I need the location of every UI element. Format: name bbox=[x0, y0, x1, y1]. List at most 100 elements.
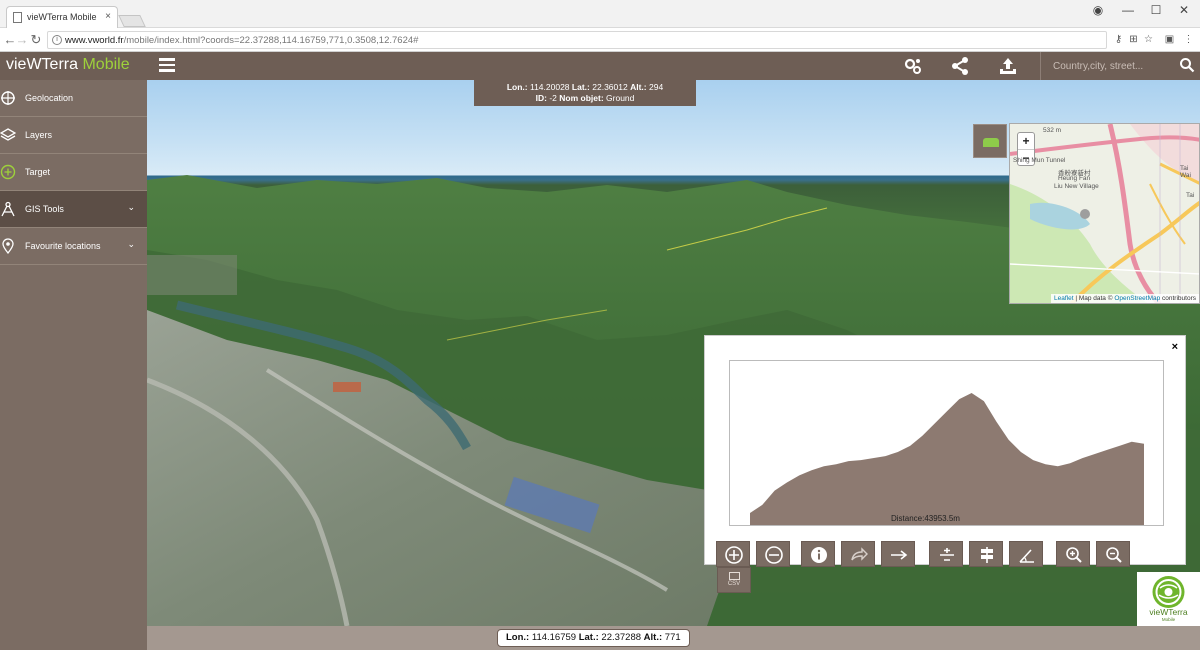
minimap-toggle-button[interactable] bbox=[973, 124, 1007, 158]
leaflet-link[interactable]: Leaflet bbox=[1054, 295, 1074, 302]
lon-label: Lon.: bbox=[506, 82, 528, 92]
osm-link[interactable]: OpenStreetMap bbox=[1114, 295, 1160, 302]
sidebar-item-label: GIS Tools bbox=[25, 204, 64, 214]
settings-icon[interactable] bbox=[903, 56, 923, 76]
logo-accent: Mobile bbox=[82, 56, 130, 73]
sidebar-item-gis-tools[interactable]: GIS Tools ⌄ bbox=[0, 191, 147, 228]
map-road-label: Shing Mun Tunnel bbox=[1013, 157, 1066, 164]
alt-value: 294 bbox=[648, 82, 664, 92]
sidebar-item-layers[interactable]: Layers bbox=[0, 117, 147, 154]
sidebar-item-favourite-locations[interactable]: Favourite locations ⌄ bbox=[0, 228, 147, 265]
elevation-area bbox=[750, 393, 1144, 525]
spreadsheet-icon bbox=[729, 572, 740, 580]
location-pin-icon bbox=[2, 238, 14, 254]
horizontal-measure-button[interactable] bbox=[881, 541, 915, 567]
chevron-down-icon: ⌄ bbox=[127, 202, 135, 212]
magnifier-plus-icon bbox=[1066, 547, 1082, 563]
star-icon[interactable]: ☆ bbox=[1143, 34, 1154, 45]
brand-sub: Mobile bbox=[1161, 617, 1176, 622]
url-host: www.vworld.fr bbox=[65, 35, 124, 46]
sidebar-item-label: Target bbox=[25, 167, 51, 177]
url-field[interactable]: i www.vworld.fr/mobile/index.html?coords… bbox=[47, 31, 1107, 49]
lon-value: 114.20028 bbox=[529, 82, 570, 92]
map-elevation-label: 532 m bbox=[1043, 127, 1062, 134]
share-icon[interactable] bbox=[950, 56, 970, 76]
alt-label: Alt.: bbox=[643, 632, 663, 643]
minimap-zoom-in-button[interactable]: + bbox=[1018, 133, 1034, 149]
magnify-in-button[interactable] bbox=[1056, 541, 1090, 567]
new-tab-button[interactable] bbox=[118, 15, 146, 27]
magnify-out-button[interactable] bbox=[1096, 541, 1130, 567]
camera-coordinates: Lon.: 114.16759 Lat.: 22.37288 Alt.: 771 bbox=[497, 629, 690, 647]
translate-icon[interactable]: ⊞ bbox=[1128, 34, 1139, 45]
info-icon bbox=[811, 547, 827, 563]
minimap[interactable]: + − 532 m Shing Mun Tunnel 香粉寮新村 Heung F… bbox=[1009, 123, 1200, 304]
signpost-button[interactable] bbox=[969, 541, 1003, 567]
browser-tab-bar: vieWTerra Mobile × ◉ — ☐ ✕ bbox=[0, 0, 1200, 28]
sidebar-item-geolocation[interactable]: Geolocation bbox=[0, 80, 147, 117]
sidebar-item-label: Geolocation bbox=[25, 93, 74, 103]
id-label: ID: bbox=[535, 93, 547, 103]
layers-icon bbox=[0, 128, 16, 141]
map-attribution: Leaflet | Map data © OpenStreetMap contr… bbox=[1050, 294, 1199, 303]
reload-button[interactable]: ↻ bbox=[28, 32, 44, 48]
info-button[interactable] bbox=[801, 541, 835, 567]
map-toggle-icon bbox=[983, 138, 999, 147]
angle-button[interactable] bbox=[1009, 541, 1043, 567]
map-place-label: Tai bbox=[1186, 192, 1195, 199]
upload-icon[interactable] bbox=[998, 56, 1018, 76]
key-icon[interactable]: ⚷ bbox=[1113, 34, 1124, 45]
crosshair-icon bbox=[1, 91, 15, 105]
logo-main: vieWTerra bbox=[6, 56, 79, 73]
close-window-button[interactable]: ✕ bbox=[1174, 3, 1194, 17]
elevation-profile-panel: × Distance:43953.5m bbox=[704, 335, 1186, 565]
app-logo[interactable]: vieWTerra Mobile bbox=[6, 56, 130, 74]
minimap-tiles bbox=[1010, 124, 1199, 303]
lat-value: 22.37288 bbox=[601, 632, 642, 643]
search-input[interactable] bbox=[1053, 58, 1178, 74]
height-measure-button[interactable] bbox=[929, 541, 963, 567]
minus-circle-icon bbox=[765, 546, 783, 564]
sidebar-item-label: Layers bbox=[25, 130, 53, 140]
signpost-icon bbox=[981, 547, 993, 563]
account-icon[interactable]: ◉ bbox=[1088, 3, 1108, 17]
compass-icon bbox=[1, 201, 15, 217]
elevation-profile-graph bbox=[750, 393, 1144, 525]
sidebar-item-label: Favourite locations bbox=[25, 241, 101, 251]
app-header: vieWTerra Mobile bbox=[0, 52, 1200, 80]
maximize-button[interactable]: ☐ bbox=[1146, 3, 1166, 17]
tab-close-icon[interactable]: × bbox=[105, 11, 111, 22]
object-name-value: Ground bbox=[606, 93, 635, 103]
plus-minus-icon bbox=[940, 548, 954, 561]
brand-name: vieWTerra bbox=[1149, 607, 1188, 617]
zoom-out-profile-button[interactable] bbox=[756, 541, 790, 567]
map-place-label: Heung Fan bbox=[1058, 175, 1091, 182]
sidebar-item-target[interactable]: Target bbox=[0, 154, 147, 191]
minimize-button[interactable]: — bbox=[1118, 3, 1138, 17]
browser-tab[interactable]: vieWTerra Mobile × bbox=[6, 6, 118, 28]
redo-button[interactable] bbox=[841, 541, 875, 567]
zoom-in-profile-button[interactable] bbox=[716, 541, 750, 567]
lat-value: 22.36012 bbox=[592, 82, 628, 92]
browser-menu-icon[interactable]: ⋮ bbox=[1183, 34, 1194, 45]
csv-label: CSV bbox=[727, 581, 741, 587]
chevron-down-icon: ⌄ bbox=[127, 239, 135, 249]
alt-label: Alt.: bbox=[630, 82, 647, 92]
status-bar: Lon.: 114.16759 Lat.: 22.37288 Alt.: 771 bbox=[147, 626, 1200, 650]
hamburger-menu-icon[interactable] bbox=[159, 58, 175, 72]
search-bar bbox=[1040, 52, 1200, 80]
cast-icon[interactable]: ▣ bbox=[1164, 34, 1175, 45]
profile-toolbar bbox=[716, 541, 1136, 567]
elevation-profile-chart: Distance:43953.5m bbox=[729, 360, 1164, 526]
search-icon[interactable] bbox=[1179, 57, 1195, 73]
lon-value: 114.16759 bbox=[531, 632, 577, 643]
address-bar: ← → ↻ i www.vworld.fr/mobile/index.html?… bbox=[0, 28, 1200, 52]
info-icon[interactable]: i bbox=[52, 35, 62, 45]
globe-logo-icon bbox=[1152, 576, 1185, 608]
close-icon[interactable]: × bbox=[1172, 341, 1178, 353]
map-place-label: Tai Wai bbox=[1180, 165, 1191, 179]
map-place-label: Liu New Village bbox=[1054, 183, 1099, 190]
csv-export-button[interactable]: CSV bbox=[717, 567, 751, 593]
page-icon bbox=[13, 12, 22, 23]
lat-label: Lat.: bbox=[578, 632, 599, 643]
